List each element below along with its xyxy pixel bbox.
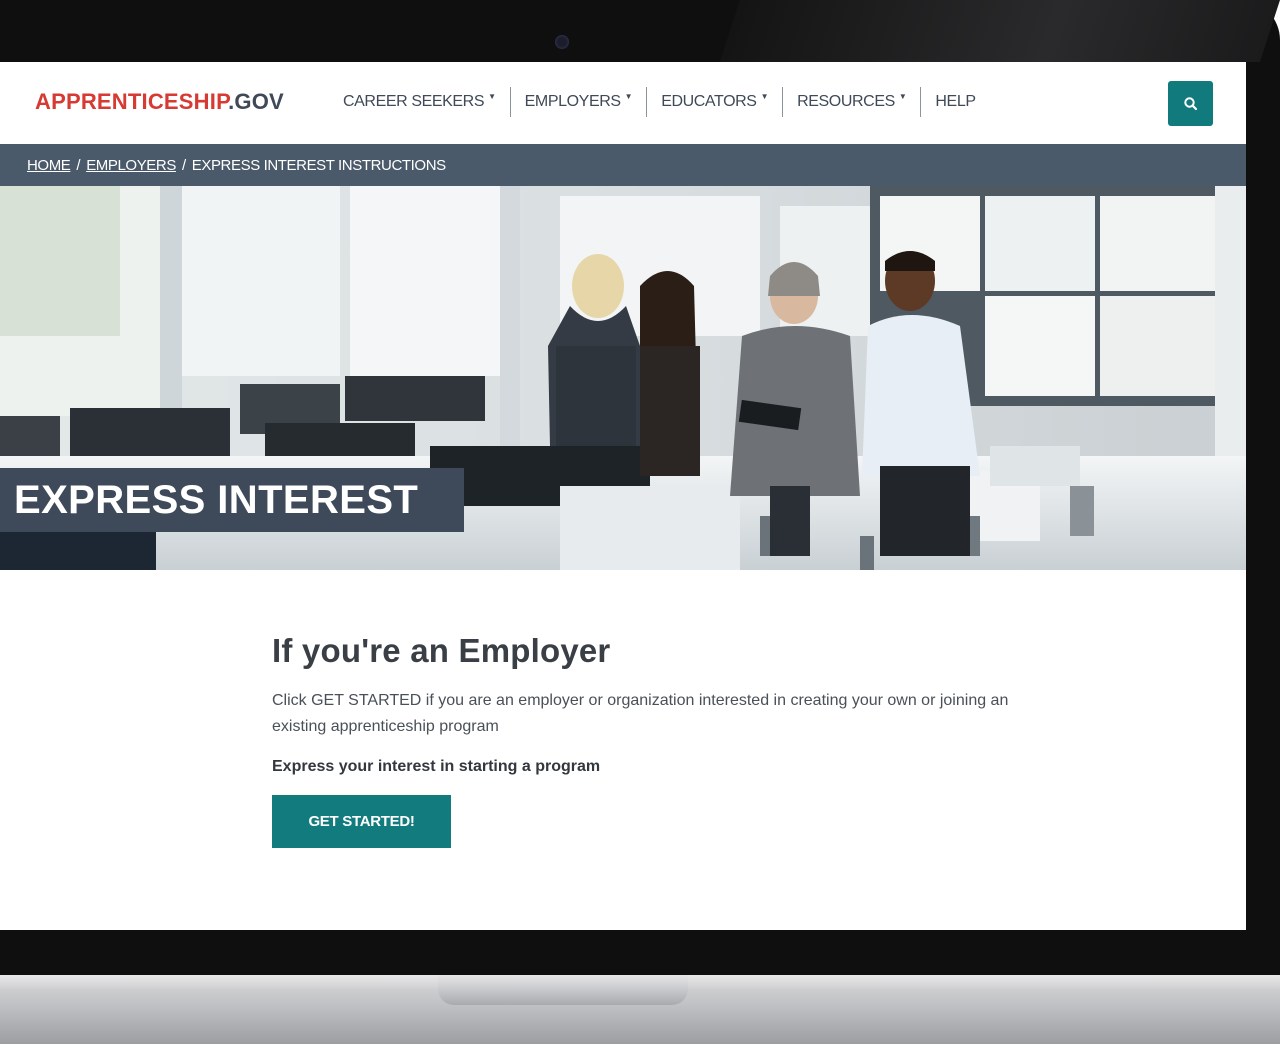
page-subheading: Express your interest in starting a prog…	[272, 758, 601, 775]
search-button[interactable]	[1168, 81, 1213, 126]
main-nav: CAREER SEEKERS ▼ EMPLOYERS ▼ EDUCATORS ▼ RE…	[343, 84, 990, 120]
logo-suffix: .GOV	[228, 89, 284, 114]
caret-down-icon: ▼	[898, 91, 907, 101]
get-started-button[interactable]: GET STARTED!	[272, 795, 451, 848]
bezel-sheen	[719, 0, 1280, 62]
nav-label: EDUCATORS	[661, 93, 757, 110]
laptop-screen: APPRENTICESHIP.GOV CAREER SEEKERS ▼ EMPLO…	[0, 62, 1246, 930]
hero-banner: EXPRESS INTEREST	[0, 186, 1246, 570]
nav-help[interactable]: HELP	[921, 87, 989, 117]
caret-down-icon: ▼	[624, 91, 633, 101]
site-header: APPRENTICESHIP.GOV CAREER SEEKERS ▼ EMPLO…	[0, 62, 1246, 144]
breadcrumb-current: EXPRESS INTEREST INSTRUCTIONS	[191, 156, 446, 174]
hero-title-accent	[0, 532, 156, 570]
nav-educators[interactable]: EDUCATORS ▼	[647, 87, 784, 117]
breadcrumb-separator: /	[181, 156, 186, 174]
page-heading: If you're an Employer	[272, 632, 611, 669]
nav-career-seekers[interactable]: CAREER SEEKERS ▼	[343, 87, 511, 117]
breadcrumb-home[interactable]: HOME	[27, 157, 71, 174]
search-icon	[1183, 96, 1197, 110]
caret-down-icon: ▼	[488, 91, 496, 101]
hero-title: EXPRESS INTEREST	[0, 468, 464, 532]
main-content: If you're an Employer Click GET STARTED …	[272, 632, 1032, 848]
nav-resources[interactable]: RESOURCES ▼	[783, 87, 922, 117]
caret-down-icon: ▼	[760, 91, 769, 101]
site-logo[interactable]: APPRENTICESHIP.GOV	[35, 89, 284, 115]
logo-main: APPRENTICESHIP	[35, 89, 229, 114]
webcam	[555, 35, 569, 49]
page-description: Click GET STARTED if you are an employer…	[272, 692, 1009, 735]
nav-employers[interactable]: EMPLOYERS ▼	[511, 87, 648, 117]
nav-label: CAREER SEEKERS	[343, 93, 485, 110]
nav-label: RESOURCES	[797, 93, 895, 110]
breadcrumb-separator: /	[76, 156, 81, 174]
breadcrumb: HOME / EMPLOYERS / EXPRESS INTEREST INST…	[0, 144, 1246, 186]
nav-label: EMPLOYERS	[524, 93, 621, 110]
nav-label: HELP	[935, 93, 976, 110]
laptop-lid-notch	[438, 975, 688, 1005]
breadcrumb-employers[interactable]: EMPLOYERS	[86, 157, 176, 174]
